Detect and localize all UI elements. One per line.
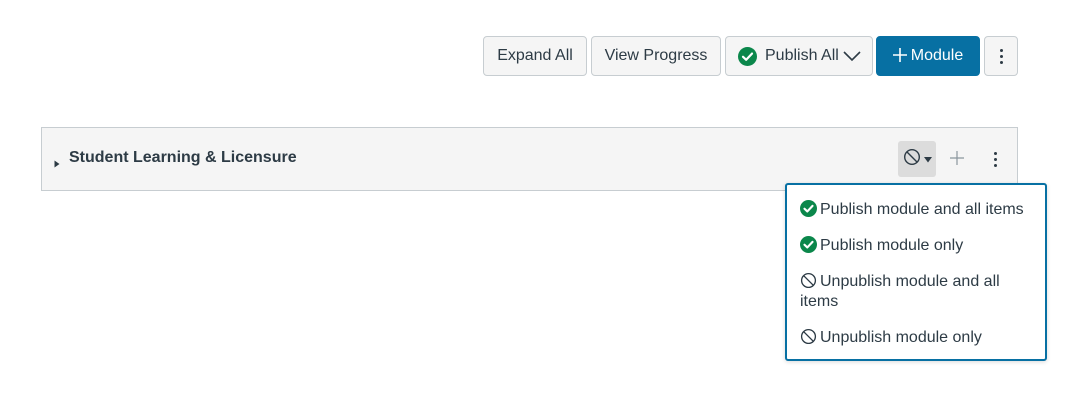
- unpublished-icon: [903, 148, 921, 171]
- publish-module-only-option[interactable]: Publish module only: [800, 236, 1040, 256]
- module-publish-toggle[interactable]: [898, 141, 936, 177]
- add-module-button[interactable]: Module: [876, 36, 980, 76]
- caret-right-icon[interactable]: [53, 155, 61, 168]
- chevron-down-icon: [843, 50, 861, 62]
- check-circle-icon: [738, 46, 757, 66]
- expand-all-label: Expand All: [497, 47, 573, 64]
- check-circle-icon: [800, 200, 817, 217]
- expand-all-button[interactable]: Expand All: [483, 36, 587, 76]
- publish-all-label: Publish All: [765, 47, 839, 64]
- check-circle-icon: [800, 236, 817, 253]
- unpublished-icon: [800, 272, 817, 289]
- plus-icon: [892, 46, 907, 66]
- module-kebab-icon[interactable]: [990, 147, 1000, 171]
- menu-item-label: Unpublish module and all items: [800, 273, 1000, 310]
- add-item-icon[interactable]: [949, 150, 965, 166]
- more-options-button[interactable]: [984, 36, 1018, 76]
- menu-item-label: Unpublish module only: [820, 329, 982, 346]
- view-progress-label: View Progress: [604, 47, 708, 64]
- publish-all-button[interactable]: Publish All: [725, 36, 873, 76]
- module-title[interactable]: Student Learning & Licensure: [69, 149, 297, 167]
- menu-item-label: Publish module only: [820, 237, 964, 254]
- kebab-icon: [999, 48, 1003, 64]
- menu-item-label: Publish module and all items: [820, 201, 1024, 218]
- publish-menu: Publish module and all items Publish mod…: [785, 183, 1047, 361]
- caret-down-icon: [923, 150, 932, 168]
- unpublish-module-all-items-option[interactable]: Unpublish module and all items: [800, 272, 1040, 312]
- module-header: Student Learning & Licensure: [41, 127, 1018, 191]
- publish-module-all-items-option[interactable]: Publish module and all items: [800, 200, 1040, 220]
- add-module-label: Module: [910, 47, 964, 64]
- unpublish-module-only-option[interactable]: Unpublish module only: [800, 328, 1040, 348]
- view-progress-button[interactable]: View Progress: [591, 36, 721, 76]
- unpublished-icon: [800, 328, 817, 345]
